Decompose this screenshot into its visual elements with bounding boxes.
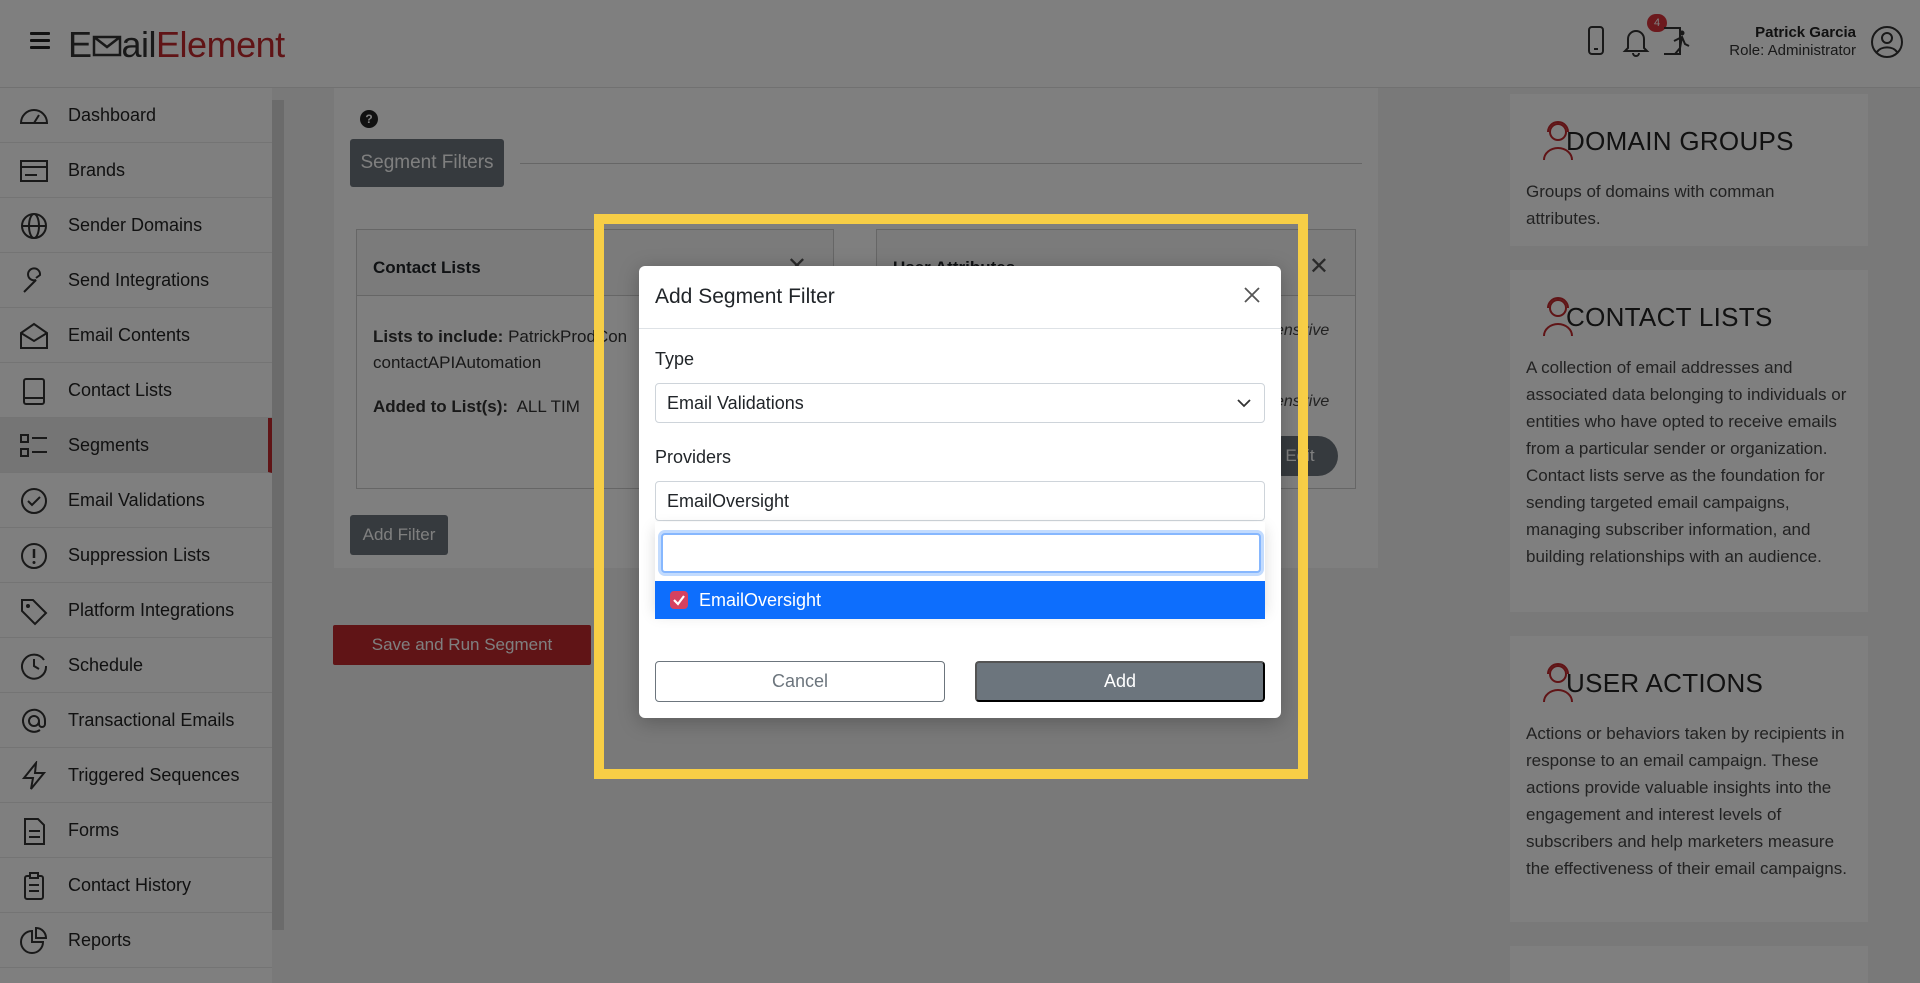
providers-label: Providers	[655, 447, 732, 467]
providers-search-input[interactable]	[661, 533, 1261, 573]
option-label: EmailOversight	[699, 589, 822, 610]
chevron-down-icon	[1237, 399, 1251, 408]
providers-select-value: EmailOversight	[667, 491, 790, 511]
cancel-button[interactable]: Cancel	[655, 661, 945, 702]
checkbox-checked-icon[interactable]	[670, 591, 688, 609]
type-label: Type	[655, 349, 695, 369]
providers-option-emailoversight[interactable]: EmailOversight	[655, 581, 1265, 619]
type-select[interactable]: Email Validations	[655, 383, 1265, 423]
add-segment-filter-modal: Add Segment Filter Type Email Validation…	[639, 266, 1281, 718]
modal-title: Add Segment Filter	[655, 285, 835, 308]
add-button[interactable]: Add	[975, 661, 1265, 702]
type-select-value: Email Validations	[667, 393, 804, 413]
providers-select[interactable]: EmailOversight	[655, 481, 1265, 521]
close-icon[interactable]	[1241, 284, 1263, 306]
